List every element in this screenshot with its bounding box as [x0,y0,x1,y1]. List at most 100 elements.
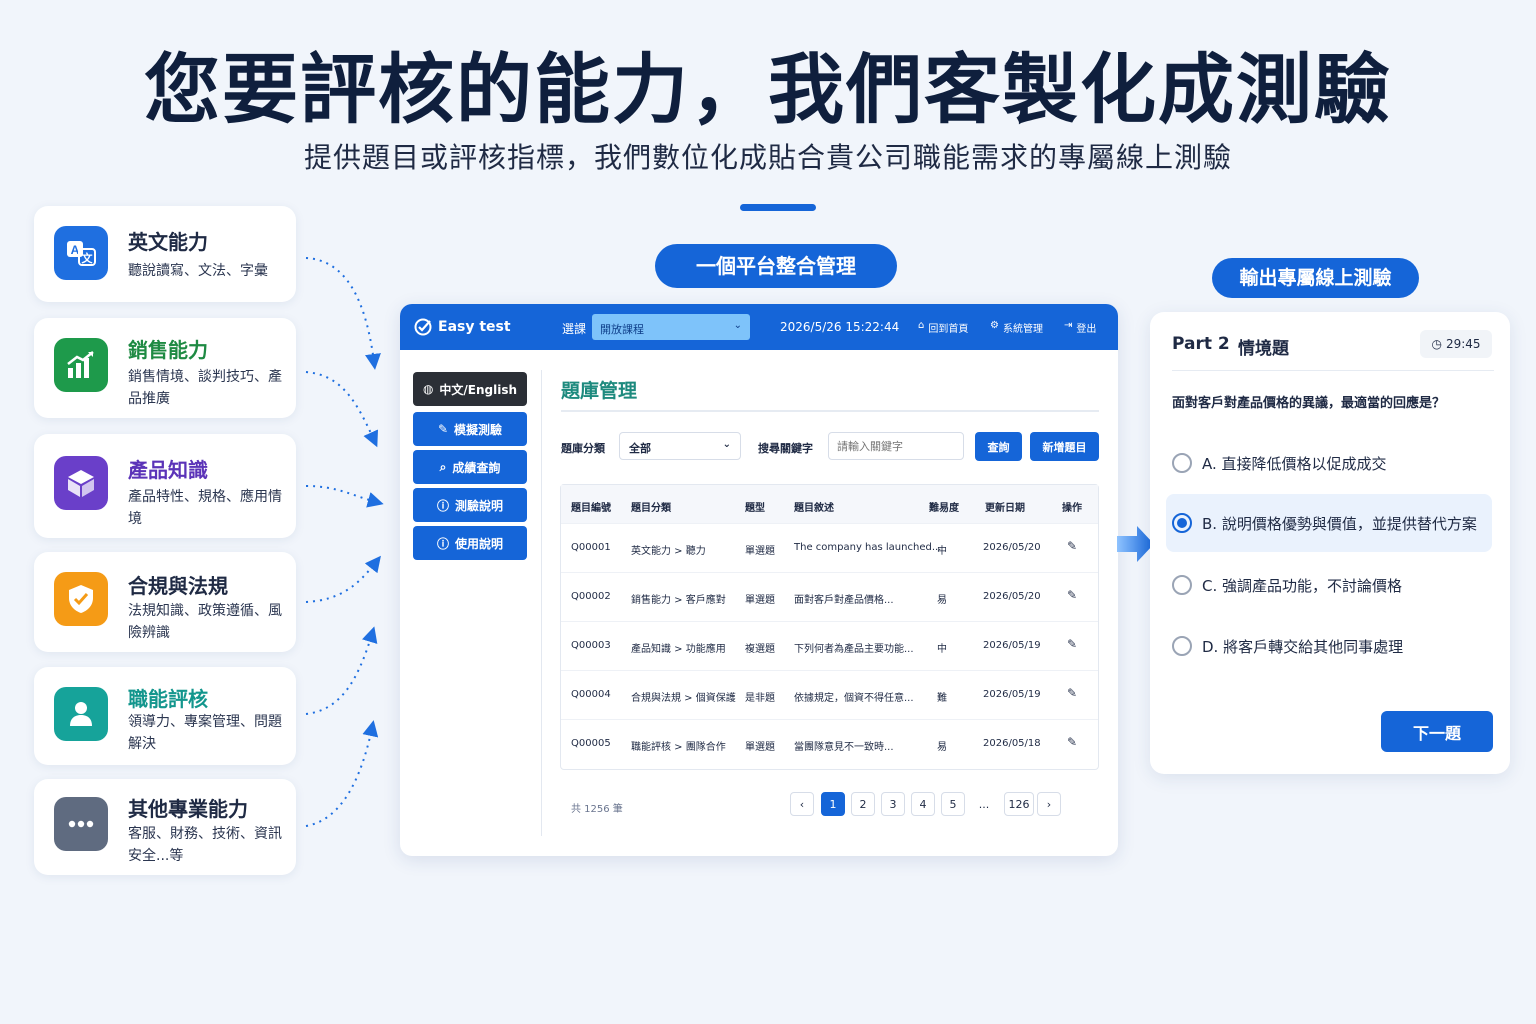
table-cell: 複選題 [745,644,775,655]
shield-icon [54,572,108,626]
skill-desc: 產品特性、規格、應用情境 [128,489,282,527]
edit-icon[interactable]: ✎ [1067,686,1077,700]
quiz-option-b[interactable]: B. 說明價格優勢與價值，並提供替代方案 [1166,494,1492,552]
nav-system[interactable]: ⚙ 系統管理 [990,320,1043,335]
sidebar-item-label: 成績查詢 [452,460,501,475]
radio-button[interactable] [1172,513,1192,533]
table-cell: 單選題 [745,595,775,606]
category-label: 題庫分類 [561,442,605,455]
pagination-ellipsis: ... [978,797,990,811]
svg-text:文: 文 [82,251,94,265]
sidebar-item-label: 模擬測驗 [454,422,503,437]
prev-page-button[interactable]: ‹ [790,792,814,816]
connector-arrows [305,257,384,827]
table-cell: The company has launched... [794,542,942,553]
table-cell: 2026/05/20 [983,591,1041,602]
skill-desc: 法規知識、政策遵循、風險辨識 [128,603,282,641]
add-question-button[interactable]: 新增題目 [1030,432,1099,461]
radio-button[interactable] [1172,575,1192,595]
page-button[interactable]: 1 [821,792,845,816]
home-icon: ⌂ [918,320,925,331]
page-button[interactable]: 3 [881,792,905,816]
table-cell: Q00004 [571,689,611,700]
skill-card-other: 其他專業能力 客服、財務、技術、資訊安全...等 [34,779,296,875]
clock-icon: ◷ [1431,337,1442,351]
nav-home[interactable]: ⌂ 回到首頁 [918,320,968,335]
page-button[interactable]: 4 [911,792,935,816]
page-subtitle: 提供題目或評核指標，我們數位化成貼合貴公司職能需求的專屬線上測驗 [303,141,1232,174]
column-header: 題目敘述 [794,503,834,514]
nav-logout[interactable]: ⇥ 登出 [1064,320,1096,335]
platform-pill: 一個平台整合管理 [655,244,897,288]
table-row[interactable]: Q00001 英文能力 > 聽力 單選題 The company has launch… [561,523,1098,572]
skill-title: 產品知識 [128,458,208,482]
table-row[interactable]: Q00005 職能評核 > 團隊合作 單選題 當團隊意見不一致時... 易 2026/05… [561,719,1098,768]
next-page-button[interactable]: › [1037,792,1061,816]
quiz-option-c[interactable]: C. 強調產品功能，不討論價格 [1166,556,1492,614]
nav-home-label: 回到首頁 [928,324,969,335]
table-cell: 合規與法規 > 個資保護 [631,693,736,704]
skill-title: 合規與法規 [128,574,228,598]
category-select[interactable]: 全部 ⌄ [619,432,741,460]
admin-top-bar: Easy test 選課 開放課程 ⌄ 2026/5/26 15:22:44 ⌂… [400,304,1118,350]
pencil-icon: ✎ [437,422,449,436]
table-cell: 單選題 [745,742,775,753]
table-cell: Q00003 [571,640,611,651]
language-toggle-label: 中文/English [439,382,518,397]
page-button[interactable]: 126 [1004,792,1034,816]
table-cell: 是非題 [745,693,775,704]
page-button[interactable]: 2 [851,792,875,816]
table-cell: 中 [937,546,947,557]
info-icon: ⓘ [436,498,449,513]
course-select[interactable]: 開放課程 ⌄ [592,314,750,340]
skill-card-compliance: 合規與法規 法規知識、政策遵循、風險辨識 [34,552,296,652]
category-select-value: 全部 [629,442,651,455]
query-button[interactable]: 查詢 [975,432,1022,461]
logout-icon: ⇥ [1064,320,1073,331]
datetime: 2026/5/26 15:22:44 [780,320,900,334]
edit-icon[interactable]: ✎ [1067,588,1077,602]
edit-icon[interactable]: ✎ [1067,735,1077,749]
skill-card-product: 產品知識 產品特性、規格、應用情境 [34,434,296,538]
brand-logo[interactable]: Easy test [414,318,511,336]
quiz-option-d[interactable]: D. 將客戶轉交給其他同事處理 [1166,617,1492,675]
admin-window: Easy test 選課 開放課程 ⌄ 2026/5/26 15:22:44 ⌂… [400,304,1118,856]
sidebar-item-scores[interactable]: ⌕ 成績查詢 [413,450,527,484]
radio-button[interactable] [1172,636,1192,656]
language-toggle-button[interactable]: ◍ 中文/English [413,372,527,406]
gear-icon: ⚙ [990,320,999,331]
quiz-option-a[interactable]: A. 直接降低價格以促成成交 [1166,434,1492,492]
search-input[interactable] [828,432,964,460]
table-cell: 單選題 [745,546,775,557]
chevron-down-icon: ⌄ [722,439,731,450]
table-row[interactable]: Q00004 合規與法規 > 個資保護 是非題 依據規定，個資不得任意... 難 2026… [561,670,1098,719]
table-row[interactable]: Q00003 產品知識 > 功能應用 複選題 下列何者為產品主要功能... 中 2026/… [561,621,1098,670]
option-label: B. 說明價格優勢與價值，並提供替代方案 [1202,514,1477,533]
table-cell: 英文能力 > 聽力 [631,546,706,557]
table-cell: 中 [937,644,947,655]
column-header: 操作 [1062,503,1082,514]
table-row[interactable]: Q00002 銷售能力 > 客戶應對 單選題 面對客戶對產品價格... 易 2026/05… [561,572,1098,621]
quiz-question: 面對客戶對產品價格的異議，最適當的回應是？ [1172,396,1446,411]
skill-desc: 聽說讀寫、文法、字彙 [128,263,268,279]
table-cell: 當團隊意見不一致時... [794,742,894,753]
edit-icon[interactable]: ✎ [1067,539,1077,553]
table-cell: 依據規定，個資不得任意... [794,693,914,704]
sidebar-item-mock-test[interactable]: ✎ 模擬測驗 [413,412,527,446]
option-label: C. 強調產品功能，不討論價格 [1202,576,1403,595]
sidebar-item-help[interactable]: ⓘ 使用說明 [413,526,527,560]
table-cell: 2026/05/19 [983,640,1041,651]
edit-icon[interactable]: ✎ [1067,637,1077,651]
page-button[interactable]: 5 [941,792,965,816]
column-header: 難易度 [929,503,959,514]
table-cell: Q00001 [571,542,611,553]
radio-button[interactable] [1172,453,1192,473]
next-question-button[interactable]: 下一題 [1381,711,1493,752]
column-header: 更新日期 [985,503,1025,514]
nav-logout-label: 登出 [1076,324,1097,335]
skill-desc: 客服、財務、技術、資訊安全...等 [128,826,282,864]
title-underline [740,204,816,211]
title-divider [561,410,1099,412]
sidebar-item-test-info[interactable]: ⓘ 測驗說明 [413,488,527,522]
search-label: 搜尋關鍵字 [758,442,813,455]
